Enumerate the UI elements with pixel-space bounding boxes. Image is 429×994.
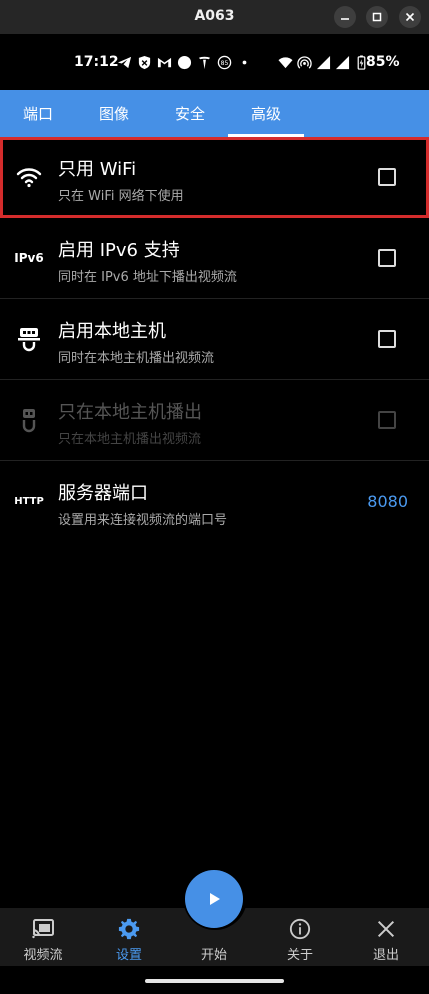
dot-icon [242,60,247,64]
nav-about[interactable]: 关于 [257,908,343,966]
status-time: 17:12 [74,54,119,70]
close-icon [377,920,395,938]
setting-wifi-only[interactable]: 只用 WiFi 只在 WiFi 网络下使用 [0,137,429,218]
close-window-button[interactable] [399,6,421,28]
wifi-icon [14,163,44,191]
http-icon-label: HTTP [14,495,44,507]
circle-icon [177,55,192,69]
tab-image[interactable]: 图像 [76,90,152,137]
nav-label: 开始 [200,948,227,963]
tab-port[interactable]: 端口 [0,90,76,137]
hotspot-icon [297,55,312,69]
play-icon [210,893,220,905]
speed-badge-icon: 85 [217,55,232,69]
tab-bar: 端口 图像 安全 高级 [0,90,429,137]
cast-icon [32,919,54,939]
setting-subtitle: 同时在本地主机播出视频流 [58,351,215,366]
setting-subtitle: 同时在 IPv6 地址下播出视频流 [58,270,237,285]
settings-list: 只用 WiFi 只在 WiFi 网络下使用 IPv6 启用 IPv6 支持 同时… [0,137,429,542]
signal-icon [316,55,331,69]
setting-subtitle: 设置用来连接视频流的端口号 [58,513,228,528]
setting-subtitle: 只在本地主机播出视频流 [58,432,202,447]
setting-subtitle: 只在 WiFi 网络下使用 [58,189,184,204]
window-title: A063 [194,8,235,24]
localhost-only-icon [14,406,44,434]
shield-icon [138,55,151,69]
window-titlebar: A063 [0,0,429,34]
start-stream-button[interactable] [185,870,243,928]
localhost-checkbox[interactable] [378,330,396,348]
nav-exit[interactable]: 退出 [343,908,429,966]
nav-label: 设置 [115,948,142,963]
setting-localhost-only: 只在本地主机播出 只在本地主机播出视频流 [0,380,429,461]
close-icon [405,12,415,22]
home-indicator[interactable] [145,979,284,983]
telegram-icon [117,56,132,68]
signal-2-icon [335,55,350,69]
setting-localhost[interactable]: 启用本地主机 同时在本地主机播出视频流 [0,299,429,380]
battery-percent: 85% [366,54,400,70]
home-indicator-bar [0,966,429,994]
wifi-status-icon [278,56,293,68]
ipv6-icon: IPv6 [14,244,44,272]
localhost-icon [14,325,44,353]
ipv6-checkbox[interactable] [378,249,396,267]
nav-stream[interactable]: 视频流 [0,908,86,966]
setting-title: 只用 WiFi [58,159,137,180]
tesla-icon [198,56,211,69]
nav-label: 视频流 [23,948,63,963]
nav-settings[interactable]: 设置 [86,908,172,966]
ipv6-icon-label: IPv6 [14,251,44,265]
setting-server-port[interactable]: HTTP 服务器端口 设置用来连接视频流的端口号 8080 [0,461,429,542]
gmail-icon [157,57,172,67]
server-port-value: 8080 [367,492,408,511]
wifi-only-checkbox[interactable] [378,168,396,186]
gear-icon [118,918,140,940]
setting-title: 服务器端口 [58,483,148,504]
info-icon [289,918,311,940]
notification-icons: 85 [117,52,252,72]
minimize-button[interactable] [334,6,356,28]
svg-text:85: 85 [221,59,229,66]
nav-label: 退出 [372,948,399,963]
system-icons [278,52,369,72]
tab-advanced[interactable]: 高级 [228,90,304,137]
setting-title: 启用 IPv6 支持 [58,240,180,261]
nav-label: 关于 [286,948,313,963]
status-bar: 17:12 85 85% [0,34,429,90]
tab-security[interactable]: 安全 [152,90,228,137]
setting-ipv6[interactable]: IPv6 启用 IPv6 支持 同时在 IPv6 地址下播出视频流 [0,218,429,299]
setting-title: 只在本地主机播出 [58,402,202,423]
http-icon: HTTP [14,487,44,515]
maximize-button[interactable] [366,6,388,28]
localhost-only-checkbox [378,411,396,429]
maximize-icon [372,12,382,22]
minimize-icon [341,18,349,20]
setting-title: 启用本地主机 [58,321,166,342]
